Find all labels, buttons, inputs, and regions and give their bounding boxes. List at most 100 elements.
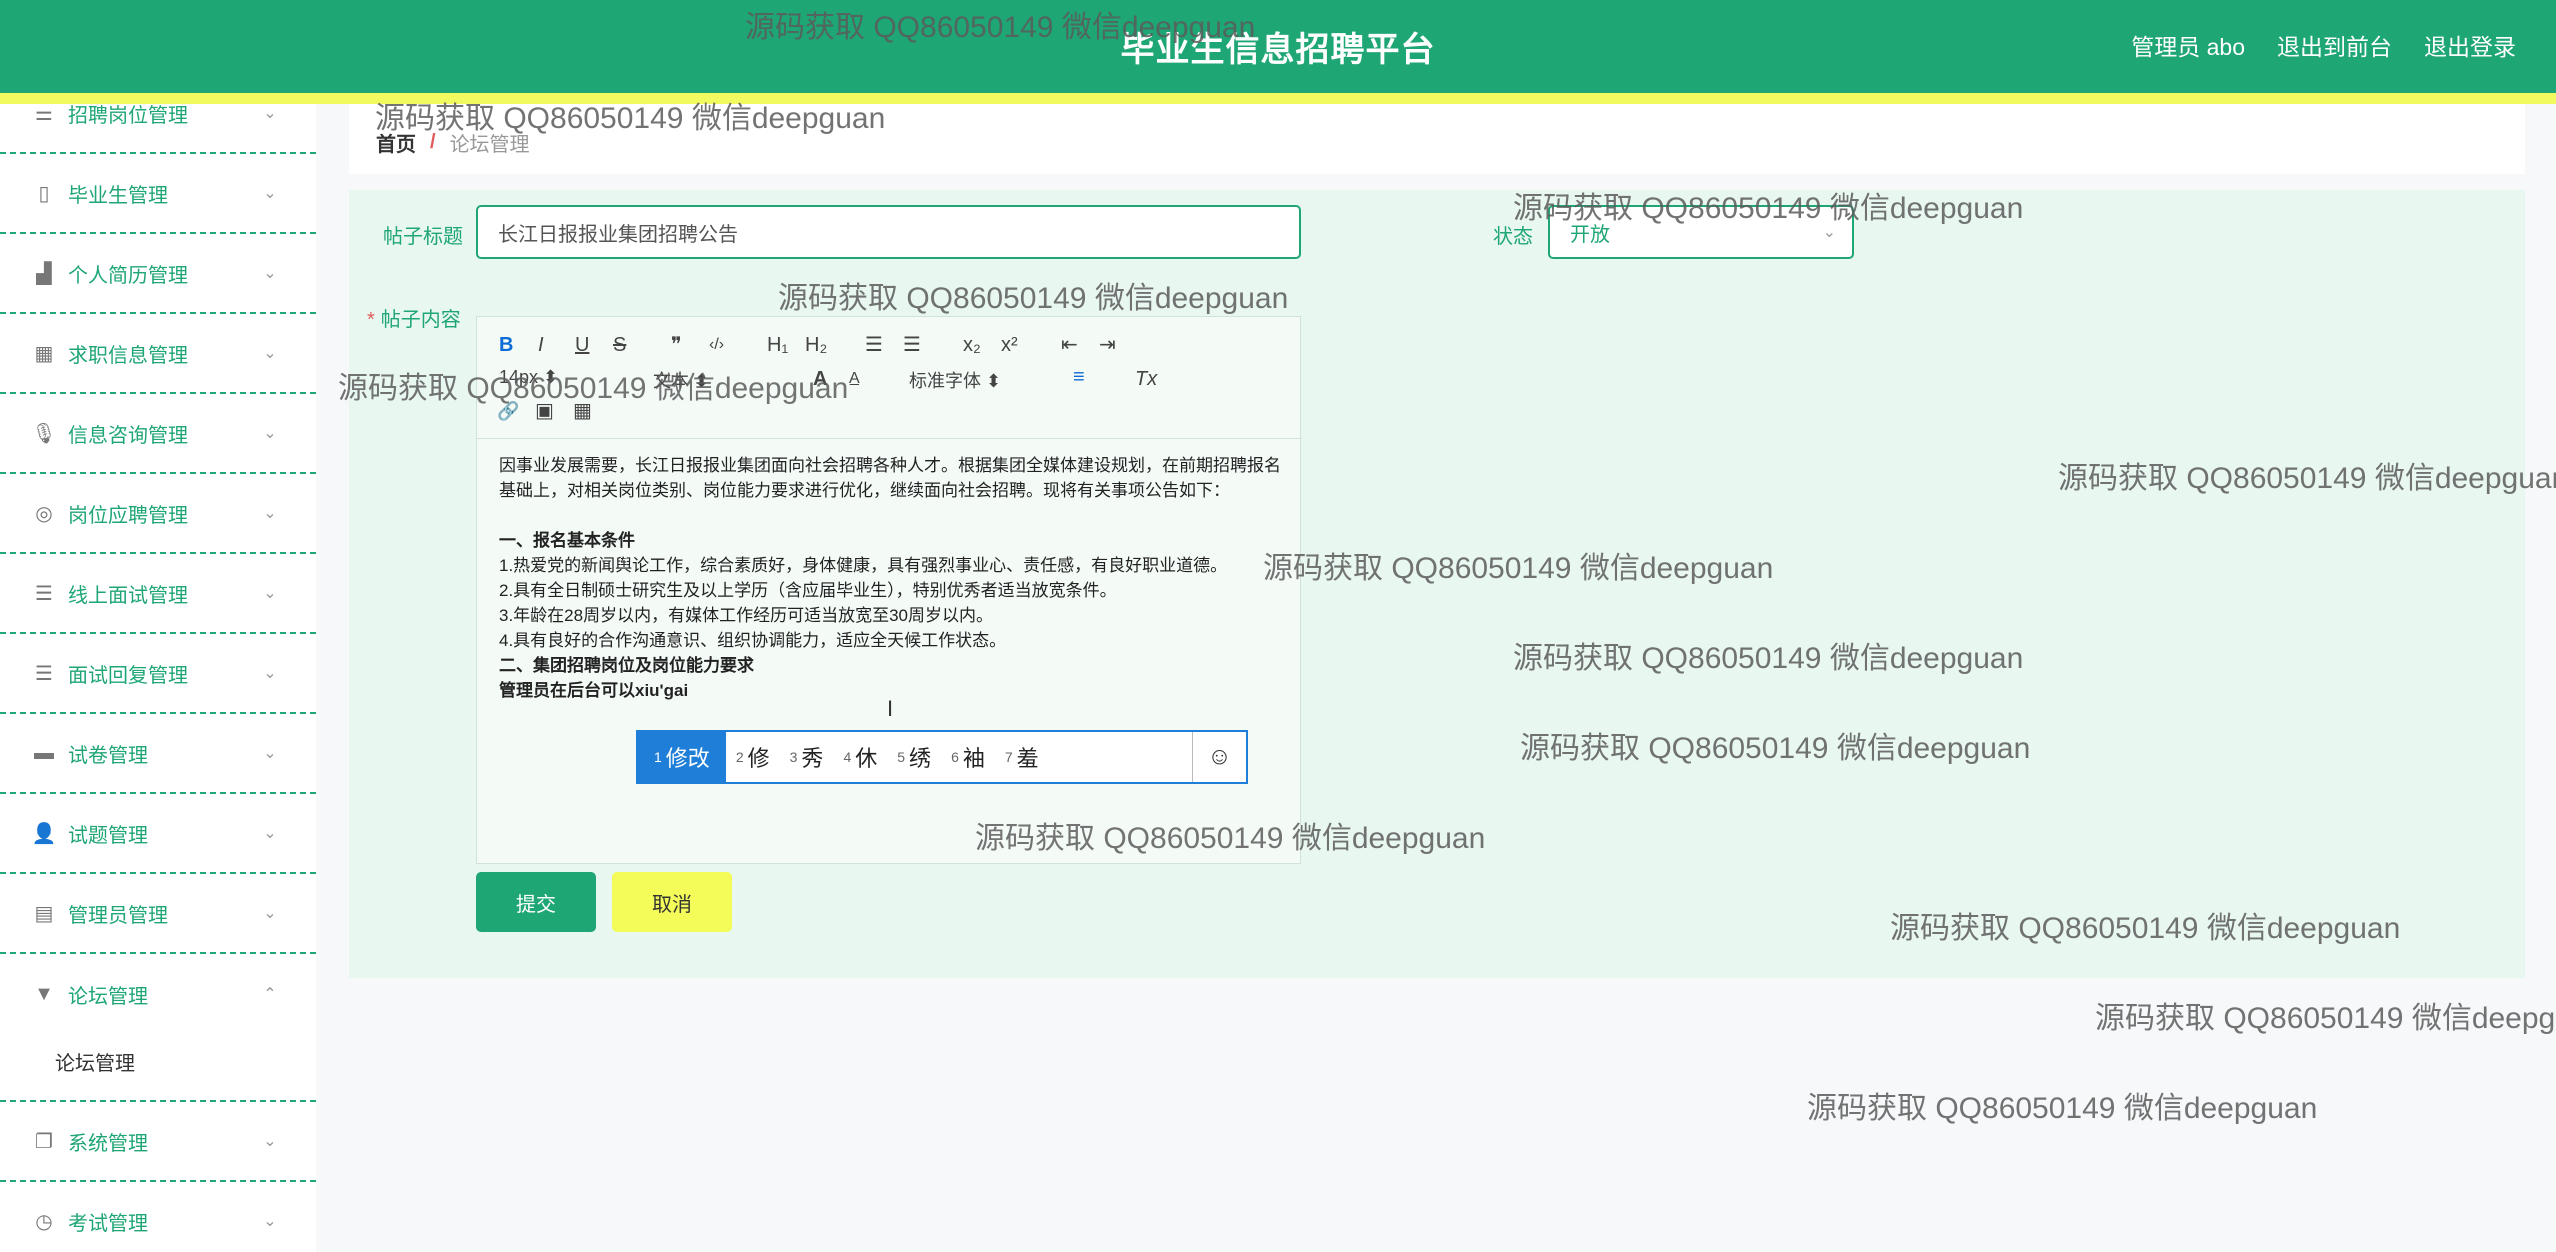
list-icon: ☰ <box>35 582 53 605</box>
sidebar-item-admins[interactable]: ▤ 管理员管理 ⌄ <box>0 874 316 954</box>
indent-button[interactable]: ⇥ <box>1099 333 1116 357</box>
sidebar-item-interview-reply[interactable]: ☰ 面试回复管理 ⌄ <box>0 634 316 714</box>
sidebar-item-resumes[interactable]: ▟ 个人简历管理 ⌄ <box>0 234 316 314</box>
chevron-down-icon: ⌄ <box>263 585 277 602</box>
chevron-down-icon: ⌄ <box>263 1213 277 1230</box>
sidebar-item-online-interview[interactable]: ☰ 线上面试管理 ⌄ <box>0 554 316 634</box>
sidebar-item-questions[interactable]: 👤 试题管理 ⌄ <box>0 794 316 874</box>
user-icon: 👤 <box>31 822 57 845</box>
cancel-button[interactable]: 取消 <box>612 872 732 932</box>
brush-icon: ▼ <box>34 982 54 1005</box>
sidebar-subitem-forum-management[interactable]: 论坛管理 <box>0 1022 316 1102</box>
emoji-icon[interactable]: ☺ <box>1192 732 1246 782</box>
sidebar: ⚌ 招聘岗位管理 ⌄ ▯ 毕业生管理 ⌄ ▟ 个人简历管理 ⌄ ▦ 求职信息管理… <box>0 104 316 1252</box>
text-cursor-icon: I <box>887 696 894 721</box>
sliders-icon: ⚌ <box>35 104 53 125</box>
font-color-icon[interactable]: A <box>813 367 827 391</box>
chevron-up-icon: ⌃ <box>263 986 277 1003</box>
phone-icon: ▯ <box>38 182 50 205</box>
link-icon[interactable]: 🔗 <box>497 399 519 423</box>
ime-candidate[interactable]: 3秀 <box>780 732 834 782</box>
chevron-down-icon: ⌄ <box>263 185 277 202</box>
sidebar-item-consultation[interactable]: 🎙 信息咨询管理 ⌄ <box>0 394 316 474</box>
subscript-button[interactable]: x₂ <box>963 333 981 357</box>
ordered-list-button[interactable]: ☰ <box>865 333 883 357</box>
ime-candidate[interactable]: 1 修改 <box>638 732 726 782</box>
video-icon[interactable]: ▦ <box>573 399 592 423</box>
breadcrumb-card <box>349 104 2525 174</box>
breadcrumb-home[interactable]: 首页 <box>376 128 416 157</box>
clock-icon: ◷ <box>35 1210 53 1233</box>
ime-candidate[interactable]: 4休 <box>833 732 887 782</box>
content-line: 1.热爱党的新闻舆论工作，综合素质好，身体健康，具有强烈事业心、责任感，有良好职… <box>499 556 1228 575</box>
post-title-input[interactable]: 长江日报报业集团招聘公告 <box>476 205 1301 259</box>
sidebar-item-system[interactable]: ❐ 系统管理 ⌄ <box>0 1102 316 1182</box>
chevron-down-icon: ⌄ <box>263 1133 277 1150</box>
chevron-down-icon: ⌄ <box>1822 224 1836 241</box>
sidebar-item-applications[interactable]: ◎ 岗位应聘管理 ⌄ <box>0 474 316 554</box>
chevron-down-icon: ⌄ <box>263 105 277 122</box>
admin-user-link[interactable]: 管理员 abo <box>2131 28 2245 62</box>
superscript-button[interactable]: x² <box>1001 333 1018 357</box>
content-paragraph: 因事业发展需要，长江日报报业集团面向社会招聘各种人才。根据集团全媒体建设规划，在… <box>499 456 1281 500</box>
post-content-label: * 帖子内容 <box>367 309 461 331</box>
heading2-button[interactable]: H₂ <box>805 333 827 357</box>
compass-icon: ◎ <box>35 502 53 525</box>
status-select[interactable]: 开放 ⌄ <box>1548 205 1854 259</box>
code-block-button[interactable]: ‹/› <box>709 333 724 357</box>
chevron-down-icon: ⌄ <box>263 665 277 682</box>
font-size-select[interactable]: 14px ⬍ <box>499 367 558 388</box>
watermark: 源码获取 QQ86050149 微信deepguan <box>1807 1092 2318 1125</box>
bold-button[interactable]: B <box>499 333 513 357</box>
chevron-down-icon: ⌄ <box>263 905 277 922</box>
list-icon: ☰ <box>35 662 53 685</box>
monitor-icon: ▬ <box>34 741 54 764</box>
logout-link[interactable]: 退出登录 <box>2424 28 2516 62</box>
header-links: 管理员 abo 退出到前台 退出登录 <box>2131 28 2516 62</box>
heading-select[interactable]: 文本 ⬍ <box>653 367 709 393</box>
back-to-frontend-link[interactable]: 退出到前台 <box>2277 28 2392 62</box>
sidebar-item-graduates[interactable]: ▯ 毕业生管理 ⌄ <box>0 154 316 234</box>
heading1-button[interactable]: H₁ <box>767 333 788 357</box>
content-heading: 一、报名基本条件 <box>499 531 635 550</box>
content-line: 4.具有良好的合作沟通意识、组织协调能力，适应全天候工作状态。 <box>499 631 1007 650</box>
copy-icon: ❐ <box>35 1130 53 1153</box>
chevron-down-icon: ⌄ <box>263 825 277 842</box>
content-blank-line <box>499 503 1284 528</box>
sidebar-item-job-posts[interactable]: ⚌ 招聘岗位管理 ⌄ <box>0 104 316 154</box>
chevron-down-icon: ⌄ <box>263 505 277 522</box>
background-color-icon[interactable]: A̲ <box>849 367 860 391</box>
content-heading: 二、集团招聘岗位及岗位能力要求 <box>499 656 754 675</box>
ime-candidate[interactable]: 6袖 <box>941 732 995 782</box>
chevron-down-icon: ⌄ <box>263 425 277 442</box>
strike-button[interactable]: S <box>613 333 626 357</box>
bullet-list-button[interactable]: ☰ <box>903 333 921 357</box>
submit-button[interactable]: 提交 <box>476 872 596 932</box>
breadcrumb-current: 论坛管理 <box>449 134 530 156</box>
sidebar-item-exams[interactable]: ◷ 考试管理 ⌄ <box>0 1182 316 1252</box>
grid-icon: ▦ <box>34 342 54 365</box>
chevron-down-icon: ⌄ <box>263 265 277 282</box>
clear-format-icon[interactable]: Tx <box>1135 367 1157 391</box>
ime-candidate[interactable]: 2修 <box>726 732 780 782</box>
underline-button[interactable]: U <box>575 333 589 357</box>
sidebar-item-exam-papers[interactable]: ▬ 试卷管理 ⌄ <box>0 714 316 794</box>
ime-candidate[interactable]: 7羞 <box>995 732 1049 782</box>
outdent-button[interactable]: ⇤ <box>1061 333 1078 357</box>
ime-candidate[interactable]: 5绣 <box>887 732 941 782</box>
quote-button[interactable]: ❞ <box>671 333 682 357</box>
image-icon[interactable]: ▣ <box>535 399 554 423</box>
microphone-icon: 🎙 <box>31 422 57 445</box>
ime-candidate-bar: 1 修改 2修 3秀 4休 5绣 6袖 7羞 ☺ <box>636 730 1248 784</box>
breadcrumb-separator: / <box>430 131 436 153</box>
editor-content[interactable]: 因事业发展需要，长江日报报业集团面向社会招聘各种人才。根据集团全媒体建设规划，在… <box>499 453 1284 703</box>
align-icon[interactable]: ≡ <box>1073 365 1085 389</box>
editor-toolbar: B I U S ❞ ‹/› H₁ H₂ ☰ ☰ x₂ x² ⇤ ⇥ 14px ⬍… <box>477 317 1302 439</box>
header-accent-strip <box>0 93 2556 104</box>
clipboard-icon: ▤ <box>34 902 54 925</box>
status-value: 开放 <box>1570 223 1610 246</box>
font-family-select[interactable]: 标准字体 ⬍ <box>909 367 1001 393</box>
sidebar-item-job-seeking[interactable]: ▦ 求职信息管理 ⌄ <box>0 314 316 394</box>
content-line: 3.年龄在28周岁以内，有媒体工作经历可适当放宽至30周岁以内。 <box>499 606 993 625</box>
italic-button[interactable]: I <box>538 333 544 357</box>
